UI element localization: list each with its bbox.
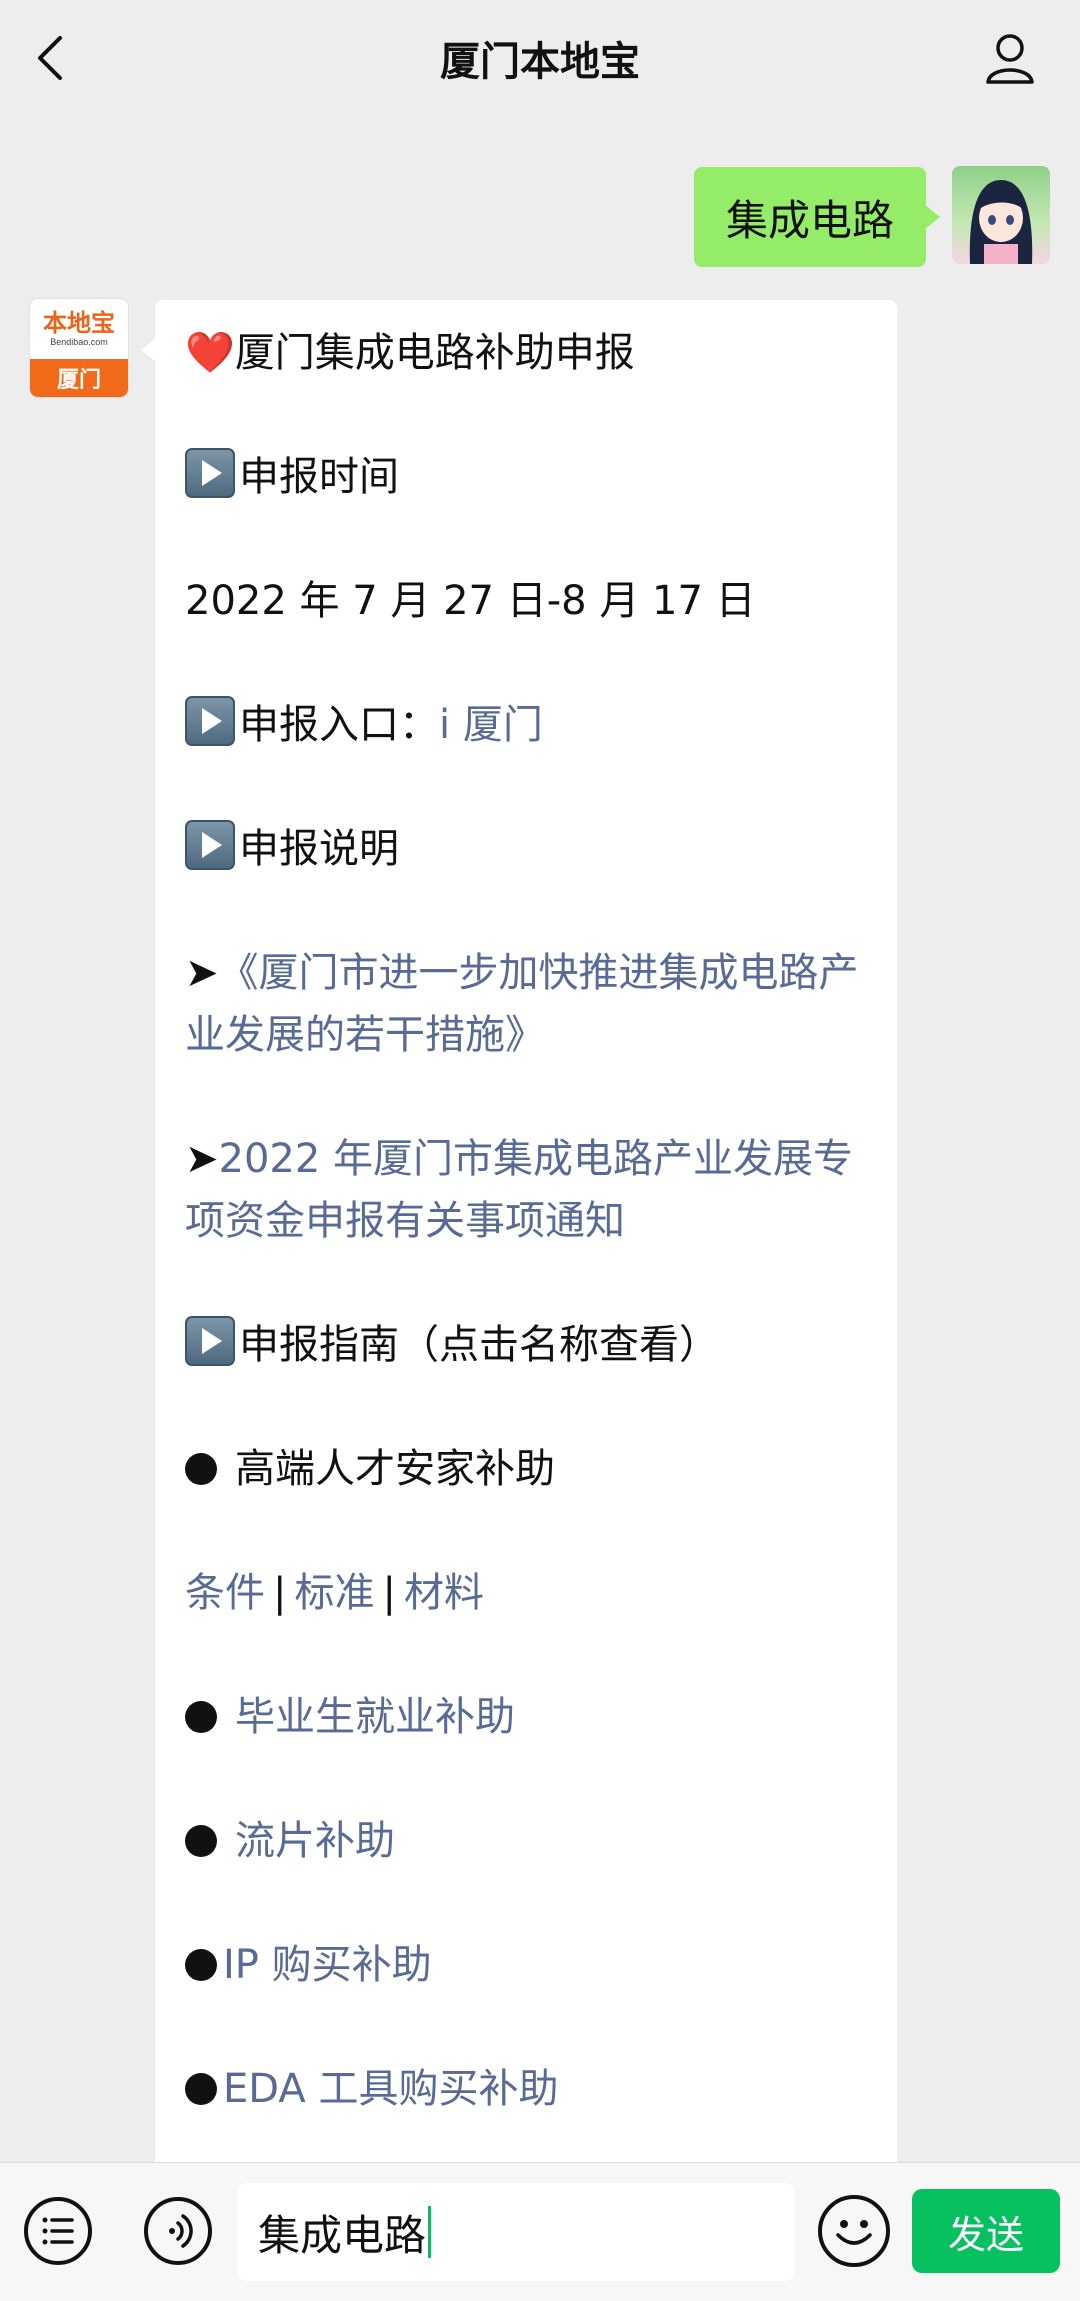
message-input[interactable]: 集成电路 [238,2183,794,2281]
standards-link[interactable]: 标准 [294,1570,374,1616]
time-heading: 申报时间 [239,454,399,500]
bullet-icon [185,1701,217,1733]
guide-heading-line: 申报指南（点击名称查看） [185,1314,867,1376]
logo-city-label: 厦门 [30,359,128,397]
play-icon [185,448,235,498]
doc2-link[interactable]: 2022 年厦门市集成电路产业发展专项资金申报有关事项通知 [185,1136,853,1244]
heart-icon: ❤️ [185,330,235,376]
incoming-message: ❤️厦门集成电路补助申报 申报时间 2022 年 7 月 27 日-8 月 17… [141,300,897,2162]
message-list[interactable]: 集成电路 本地宝 Bendibao.com 厦门 ❤️厦门集成电路补助申报 申报… [0,116,1080,2162]
outgoing-message-text: 集成电路 [725,195,894,245]
desc-heading: 申报说明 [239,826,399,872]
entry-line: 申报入口：i 厦门 [185,694,867,756]
entry-heading: 申报入口： [239,702,439,748]
text-caret [428,2206,432,2258]
back-icon[interactable] [28,30,78,86]
doc1-line: ➤《厦门市进一步加快推进集成电路产业发展的若干措施》 [185,942,867,1066]
bendibao-logo: 本地宝 Bendibao.com [30,299,128,359]
bullet-icon [185,1825,217,1857]
doc2-line: ➤2022 年厦门市集成电路产业发展专项资金申报有关事项通知 [185,1128,867,1252]
menu-icon[interactable] [24,2197,92,2265]
profile-icon[interactable] [980,28,1040,88]
item3-link[interactable]: 流片补助 [235,1818,395,1864]
conditions-link[interactable]: 条件 [185,1570,265,1616]
outgoing-message[interactable]: 集成电路 [693,167,941,267]
message-input-text: 集成电路 [258,2210,427,2260]
play-icon [185,1316,235,1366]
guide-heading: 申报指南（点击名称查看） [239,1322,719,1368]
chat-screen: 厦门本地宝 集成电路 本地宝 Bendibao.com 厦门 ❤️厦门集成电路补… [0,0,1080,2301]
send-button[interactable]: 发送 [912,2189,1060,2273]
entry-link[interactable]: i 厦门 [439,702,543,748]
play-icon [185,696,235,746]
item3-line: 流片补助 [185,1810,867,1872]
item4-line: IP 购买补助 [185,1934,867,1996]
item2-line: 毕业生就业补助 [185,1686,867,1748]
separator: | [382,1570,396,1616]
chat-title: 厦门本地宝 [440,39,640,85]
bullet-icon [185,2073,217,2105]
doc1-link[interactable]: 《厦门市进一步加快推进集成电路产业发展的若干措施》 [185,950,859,1058]
materials-link[interactable]: 材料 [404,1570,484,1616]
voice-icon[interactable] [144,2197,212,2265]
time-value: 2022 年 7 月 27 日-8 月 17 日 [185,578,756,624]
item5-line: EDA 工具购买补助 [185,2058,867,2120]
desc-heading-line: 申报说明 [185,818,867,880]
item4-link[interactable]: IP 购买补助 [223,1942,432,1988]
item1-line: 高端人才安家补助 [185,1438,867,1500]
item1-label: 高端人才安家补助 [235,1446,555,1492]
time-heading-line: 申报时间 [185,446,867,508]
item1-links: 条件 | 标准 | 材料 [185,1562,867,1624]
separator: | [273,1570,287,1616]
arrow-icon: ➤ [185,950,219,996]
top-bar: 厦门本地宝 [0,0,1080,116]
item5-link[interactable]: EDA 工具购买补助 [223,2066,558,2112]
play-icon [185,820,235,870]
input-bar: 集成电路 发送 [0,2162,1080,2301]
bot-avatar[interactable]: 本地宝 Bendibao.com 厦门 [30,299,128,397]
bullet-icon [185,1949,217,1981]
bullet-icon [185,1453,217,1485]
arrow-icon: ➤ [185,1136,219,1182]
article-title: 厦门集成电路补助申报 [234,330,635,376]
emoji-icon[interactable] [818,2195,890,2267]
user-avatar[interactable] [952,166,1050,264]
article-title-line: ❤️厦门集成电路补助申报 [185,322,867,384]
item2-link[interactable]: 毕业生就业补助 [235,1694,515,1740]
